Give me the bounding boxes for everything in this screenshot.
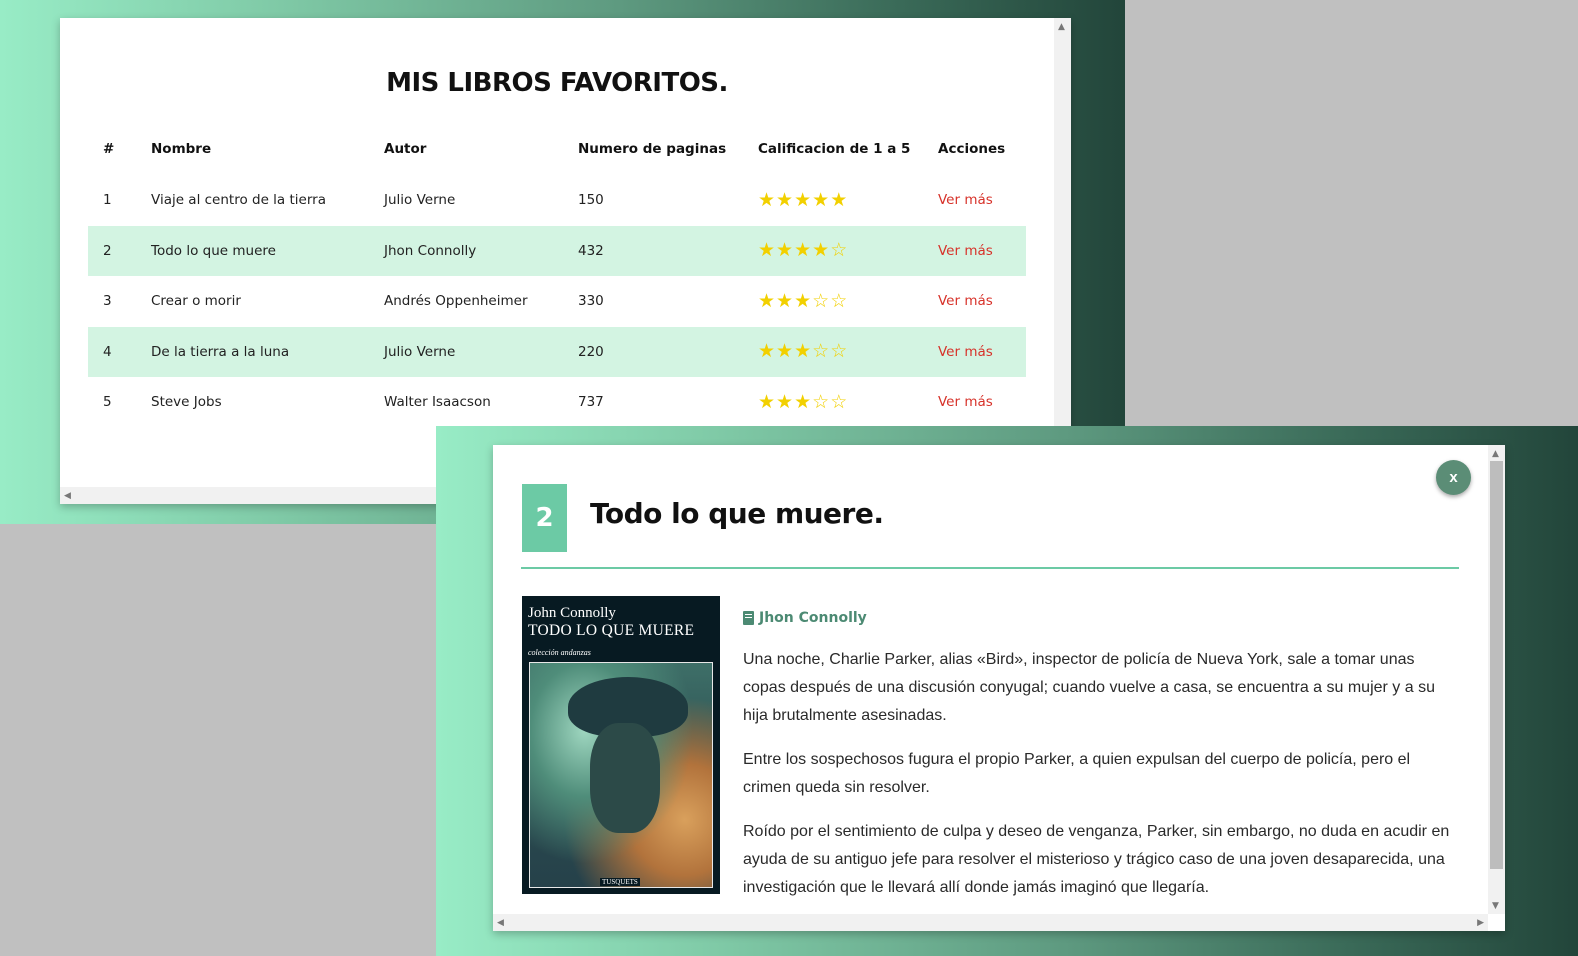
column-header-author: Autor xyxy=(384,141,427,157)
column-header-pages: Numero de paginas xyxy=(578,141,727,157)
table-row: 4 De la tierra a la luna Julio Verne 220… xyxy=(88,326,1026,377)
see-more-link[interactable]: Ver más xyxy=(938,344,993,360)
cover-title: TODO LO QUE MUERE xyxy=(528,622,695,639)
star-filled-icon: ★ xyxy=(776,289,794,312)
see-more-link[interactable]: Ver más xyxy=(938,293,993,309)
scroll-left-icon[interactable]: ◀ xyxy=(64,491,71,501)
column-header-rating: Calificacion de 1 a 5 xyxy=(758,141,911,157)
close-button[interactable]: x xyxy=(1436,460,1471,495)
scroll-up-icon[interactable]: ▲ xyxy=(1058,22,1065,32)
table-header: # Nombre Autor Numero de paginas Calific… xyxy=(88,123,1026,175)
books-table: # Nombre Autor Numero de paginas Calific… xyxy=(88,123,1026,428)
cover-collection: colección andanzas xyxy=(528,648,591,657)
book-number-badge: 2 xyxy=(522,484,567,552)
column-header-name: Nombre xyxy=(151,141,212,157)
column-header-actions: Acciones xyxy=(938,141,1006,157)
star-filled-icon: ★ xyxy=(794,289,812,312)
cover-author: John Connolly xyxy=(528,605,616,621)
see-more-link[interactable]: Ver más xyxy=(938,243,993,259)
scrollbar-thumb[interactable] xyxy=(1490,461,1503,869)
rating-stars: ★ ★ ★ ☆ ☆ xyxy=(758,289,938,312)
star-filled-icon: ★ xyxy=(794,390,812,413)
star-empty-icon: ☆ xyxy=(830,340,848,363)
star-filled-icon: ★ xyxy=(758,188,776,211)
book-name: Viaje al centro de la tierra xyxy=(151,192,326,209)
cover-artwork xyxy=(529,662,713,888)
vertical-scrollbar[interactable]: ▲ ▼ xyxy=(1488,445,1505,914)
star-empty-icon: ☆ xyxy=(830,239,848,262)
star-empty-icon: ☆ xyxy=(830,390,848,413)
book-author: Andrés Oppenheimer xyxy=(384,293,528,310)
table-row: 2 Todo lo que muere Jhon Connolly 432 ★ ★… xyxy=(88,225,1026,276)
book-title: Todo lo que muere. xyxy=(590,497,884,530)
star-filled-icon: ★ xyxy=(776,188,794,211)
row-number: 3 xyxy=(103,293,112,310)
book-author: Jhon Connolly xyxy=(759,610,867,626)
book-name: De la tierra a la luna xyxy=(151,343,290,360)
row-number: 2 xyxy=(103,242,112,259)
star-empty-icon: ☆ xyxy=(812,390,830,413)
star-filled-icon: ★ xyxy=(794,239,812,262)
title-divider xyxy=(521,567,1459,569)
rating-stars: ★ ★ ★ ★ ☆ xyxy=(758,241,938,260)
row-number: 5 xyxy=(103,394,112,411)
star-filled-icon: ★ xyxy=(776,390,794,413)
book-author: Julio Verne xyxy=(384,192,456,209)
table-row: 1 Viaje al centro de la tierra Julio Ver… xyxy=(88,175,1026,226)
book-pages: 220 xyxy=(578,343,604,360)
star-filled-icon: ★ xyxy=(812,239,830,262)
star-empty-icon: ☆ xyxy=(812,340,830,363)
description-paragraph: Entre los sospechosos fugura el propio P… xyxy=(743,751,1411,796)
book-icon xyxy=(743,611,754,625)
star-filled-icon: ★ xyxy=(776,340,794,363)
book-pages: 432 xyxy=(578,242,604,259)
book-author: Walter Isaacson xyxy=(384,394,491,411)
rating-stars: ★ ★ ★ ☆ ☆ xyxy=(758,390,938,413)
star-empty-icon: ☆ xyxy=(830,289,848,312)
detail-screenshot-panel: x 2 Todo lo que muere. John Connolly TOD… xyxy=(436,426,1578,956)
star-filled-icon: ★ xyxy=(758,289,776,312)
row-number: 4 xyxy=(103,343,112,360)
book-pages: 330 xyxy=(578,293,604,310)
star-filled-icon: ★ xyxy=(794,340,812,363)
star-filled-icon: ★ xyxy=(758,239,776,262)
book-pages: 150 xyxy=(578,192,604,209)
book-detail-modal: x 2 Todo lo que muere. John Connolly TOD… xyxy=(493,445,1505,931)
book-author: Julio Verne xyxy=(384,343,456,360)
row-number: 1 xyxy=(103,192,112,209)
see-more-link[interactable]: Ver más xyxy=(938,394,993,410)
book-author: Jhon Connolly xyxy=(384,242,477,259)
description-paragraph: Una noche, Charlie Parker, alias «Bird»,… xyxy=(743,651,1435,724)
page-title: MIS LIBROS FAVORITOS. xyxy=(386,68,728,98)
book-name: Steve Jobs xyxy=(151,394,222,411)
star-filled-icon: ★ xyxy=(794,188,812,211)
scroll-down-icon[interactable]: ▼ xyxy=(1492,901,1499,911)
book-cover-image: John Connolly TODO LO QUE MUERE colecció… xyxy=(522,596,720,894)
cover-publisher: TUSQUETS xyxy=(600,878,640,886)
star-empty-icon: ☆ xyxy=(812,289,830,312)
book-name: Crear o morir xyxy=(151,293,241,310)
horizontal-scrollbar[interactable]: ◀ ▶ xyxy=(493,914,1488,931)
rating-stars: ★ ★ ★ ★ ★ xyxy=(758,188,938,211)
column-header-number: # xyxy=(103,141,115,157)
scroll-up-icon[interactable]: ▲ xyxy=(1492,449,1499,459)
star-filled-icon: ★ xyxy=(830,188,848,211)
star-filled-icon: ★ xyxy=(812,188,830,211)
star-filled-icon: ★ xyxy=(758,340,776,363)
book-author-line: Jhon Connolly xyxy=(743,610,867,626)
vertical-scrollbar[interactable]: ▲ xyxy=(1054,18,1071,487)
see-more-link[interactable]: Ver más xyxy=(938,192,993,208)
table-row: 3 Crear o morir Andrés Oppenheimer 330 ★… xyxy=(88,276,1026,327)
scroll-right-icon[interactable]: ▶ xyxy=(1477,918,1484,928)
book-pages: 737 xyxy=(578,394,604,411)
star-filled-icon: ★ xyxy=(758,390,776,413)
book-description: Una noche, Charlie Parker, alias «Bird»,… xyxy=(743,646,1458,918)
description-paragraph: Roído por el sentimiento de culpa y dese… xyxy=(743,823,1450,896)
book-name: Todo lo que muere xyxy=(151,242,276,259)
scroll-left-icon[interactable]: ◀ xyxy=(497,918,504,928)
star-filled-icon: ★ xyxy=(776,239,794,262)
rating-stars: ★ ★ ★ ☆ ☆ xyxy=(758,342,938,361)
table-row: 5 Steve Jobs Walter Isaacson 737 ★ ★ ★ ☆ ☆ V… xyxy=(88,377,1026,428)
